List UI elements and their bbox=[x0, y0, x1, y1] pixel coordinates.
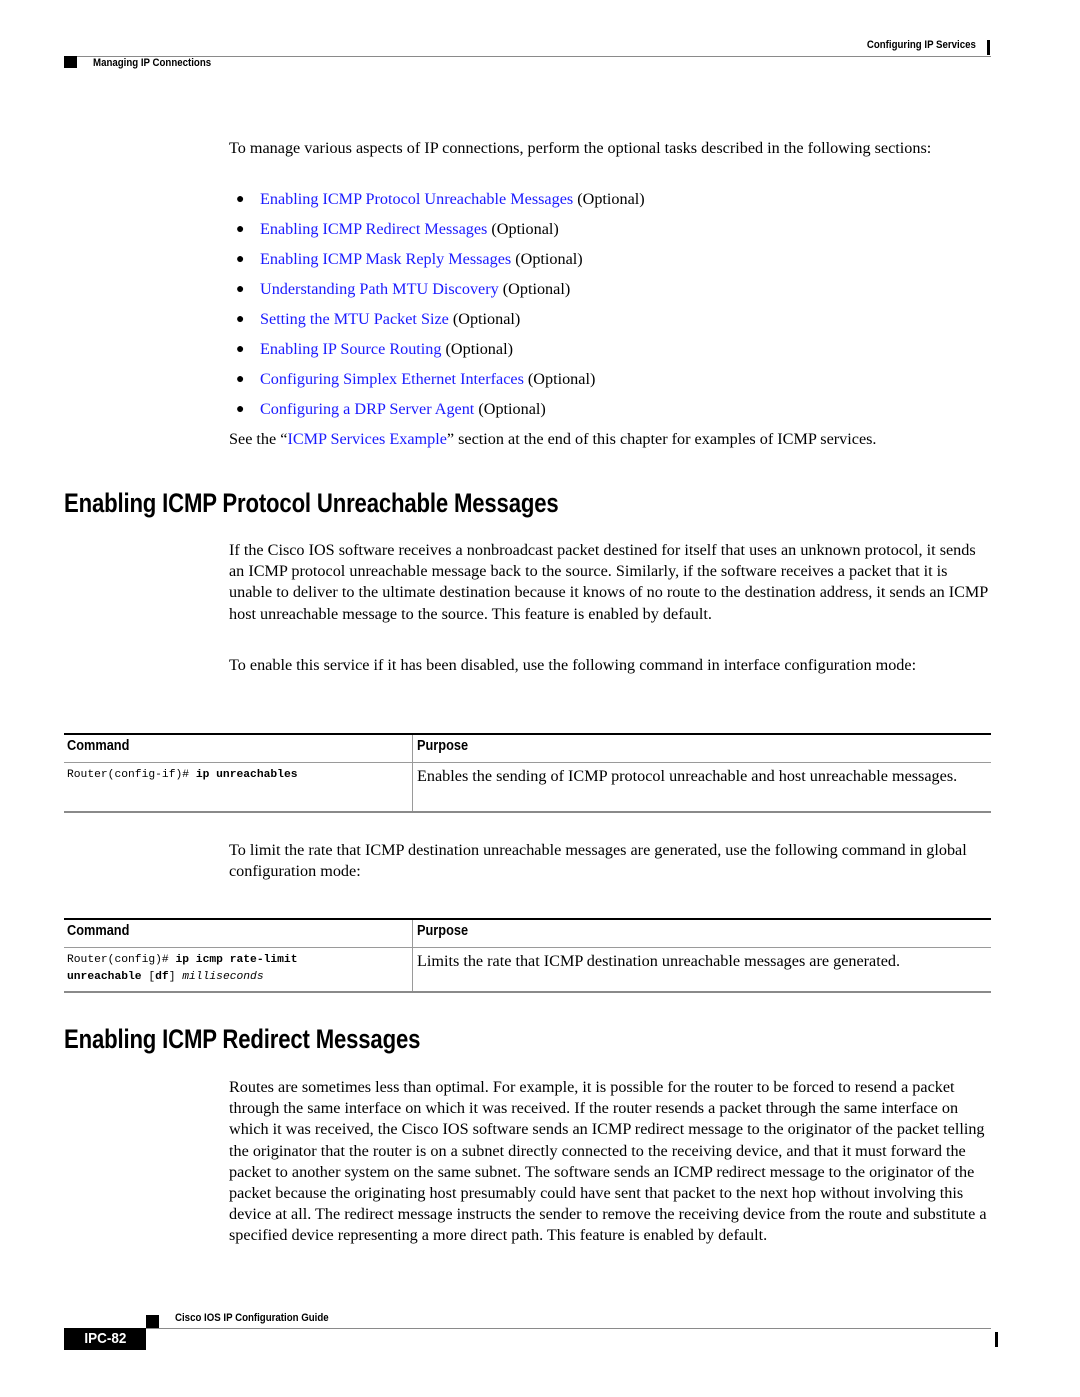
command-keyword: unreachable bbox=[67, 971, 142, 983]
command-keyword: ip unreachables bbox=[195, 769, 298, 781]
section-title: Managing IP Connections bbox=[93, 57, 212, 69]
section-heading-icmp-unreachable: Enabling ICMP Protocol Unreachable Messa… bbox=[64, 488, 559, 518]
table-row-purpose: Limits the rate that ICMP destination un… bbox=[417, 952, 901, 970]
task-list-item: ● Enabling ICMP Protocol Unreachable Mess… bbox=[229, 189, 645, 219]
command-bracket: ] bbox=[168, 971, 183, 983]
optional-label: (Optional) bbox=[441, 340, 513, 358]
task-link-path-mtu-discovery[interactable]: Understanding Path MTU Discovery bbox=[260, 280, 499, 298]
table-column-rule bbox=[412, 735, 413, 811]
command-argument: milliseconds bbox=[182, 971, 264, 983]
intro-paragraph: To manage various aspects of IP connecti… bbox=[229, 139, 932, 157]
book-title: Cisco IOS IP Configuration Guide bbox=[175, 1312, 329, 1324]
footer-rule bbox=[146, 1328, 991, 1329]
task-link-icmp-protocol-unreachable[interactable]: Enabling ICMP Protocol Unreachable Messa… bbox=[260, 190, 573, 208]
task-list: ● Enabling ICMP Protocol Unreachable Mess… bbox=[229, 189, 645, 429]
bullet-icon: ● bbox=[236, 372, 245, 387]
optional-label: (Optional) bbox=[498, 280, 571, 298]
command-keyword: ip icmp rate-limit bbox=[175, 954, 298, 966]
task-link-icmp-redirect[interactable]: Enabling ICMP Redirect Messages bbox=[260, 220, 487, 238]
command-table-2: Command Purpose Router(config)# ip icmp … bbox=[64, 918, 991, 993]
bullet-icon: ● bbox=[236, 342, 245, 357]
command-table-1: Command Purpose Router(config-if)# ip un… bbox=[64, 733, 991, 813]
table-bottom-rule bbox=[64, 991, 991, 993]
bullet-icon: ● bbox=[236, 282, 245, 297]
table-bottom-rule bbox=[64, 811, 991, 813]
task-link-ip-source-routing[interactable]: Enabling IP Source Routing bbox=[260, 340, 442, 358]
command-prompt: Router(config-if)# bbox=[67, 769, 196, 781]
bullet-icon: ● bbox=[236, 402, 245, 417]
chapter-title: Configuring IP Services bbox=[866, 39, 976, 51]
table-header-rule bbox=[64, 947, 991, 948]
table-row-purpose: Enables the sending of ICMP protocol unr… bbox=[417, 767, 958, 785]
task-list-item: ● Setting the MTU Packet Size (Optional) bbox=[229, 309, 645, 339]
task-list-item: ● Enabling ICMP Redirect Messages (Option… bbox=[229, 219, 645, 249]
table-top-rule bbox=[64, 918, 991, 920]
footer-right-bar-marker bbox=[995, 1332, 998, 1347]
table-top-rule bbox=[64, 733, 991, 735]
icmp-services-example-link[interactable]: ICMP Services Example bbox=[287, 430, 446, 448]
optional-label: (Optional) bbox=[448, 310, 521, 328]
see-also-prefix: See the “ bbox=[229, 430, 288, 448]
header-right-bar-marker bbox=[987, 40, 990, 55]
section-heading-icmp-redirect: Enabling ICMP Redirect Messages bbox=[64, 1024, 421, 1054]
command-bracket: [ bbox=[141, 971, 156, 983]
optional-label: (Optional) bbox=[573, 190, 645, 208]
task-link-mtu-packet-size[interactable]: Setting the MTU Packet Size bbox=[260, 310, 449, 328]
command-prompt: Router(config)# bbox=[67, 954, 176, 966]
task-list-item: ● Enabling ICMP Mask Reply Messages (Opti… bbox=[229, 249, 645, 279]
see-also-suffix: ” section at the end of this chapter for… bbox=[446, 430, 877, 448]
table-row-command: Router(config-if)# ip unreachables bbox=[67, 767, 298, 784]
optional-label: (Optional) bbox=[523, 370, 596, 388]
section1-paragraph-2: To enable this service if it has been di… bbox=[229, 656, 917, 674]
see-also-paragraph: See the “ICMP Services Example” section … bbox=[229, 429, 991, 450]
table-header-command: Command bbox=[67, 738, 130, 754]
task-link-drp-server-agent[interactable]: Configuring a DRP Server Agent bbox=[260, 400, 474, 418]
bullet-icon: ● bbox=[236, 192, 245, 207]
task-list-item: ● Understanding Path MTU Discovery (Optio… bbox=[229, 279, 645, 309]
optional-label: (Optional) bbox=[487, 220, 559, 238]
table-row-command: Router(config)# ip icmp rate-limit unreac… bbox=[67, 952, 298, 986]
section1-paragraph-1: If the Cisco IOS software receives a non… bbox=[229, 541, 988, 623]
table-column-rule bbox=[412, 920, 413, 991]
task-list-item: ● Configuring a DRP Server Agent (Optiona… bbox=[229, 399, 645, 429]
bullet-icon: ● bbox=[236, 312, 245, 327]
section1-paragraph-3: To limit the rate that ICMP destination … bbox=[229, 841, 967, 881]
table-header-rule bbox=[64, 762, 991, 763]
command-option: df bbox=[155, 971, 169, 983]
task-list-item: ● Enabling IP Source Routing (Optional) bbox=[229, 339, 645, 369]
section2-paragraph-1: Routes are sometimes less than optimal. … bbox=[229, 1078, 987, 1245]
page-number: IPC-82 bbox=[83, 1330, 127, 1347]
optional-label: (Optional) bbox=[474, 400, 546, 418]
task-link-simplex-ethernet[interactable]: Configuring Simplex Ethernet Interfaces bbox=[260, 370, 524, 388]
bullet-icon: ● bbox=[236, 222, 245, 237]
table-header-purpose: Purpose bbox=[417, 923, 469, 939]
task-link-icmp-mask-reply[interactable]: Enabling ICMP Mask Reply Messages bbox=[260, 250, 511, 268]
optional-label: (Optional) bbox=[511, 250, 583, 268]
table-header-command: Command bbox=[67, 923, 130, 939]
page-number-badge: IPC-82 bbox=[64, 1328, 146, 1350]
table-header-purpose: Purpose bbox=[417, 738, 469, 754]
task-list-item: ● Configuring Simplex Ethernet Interfaces… bbox=[229, 369, 645, 399]
header-square-marker bbox=[64, 56, 77, 68]
footer-square-marker bbox=[146, 1315, 159, 1328]
bullet-icon: ● bbox=[236, 252, 245, 267]
